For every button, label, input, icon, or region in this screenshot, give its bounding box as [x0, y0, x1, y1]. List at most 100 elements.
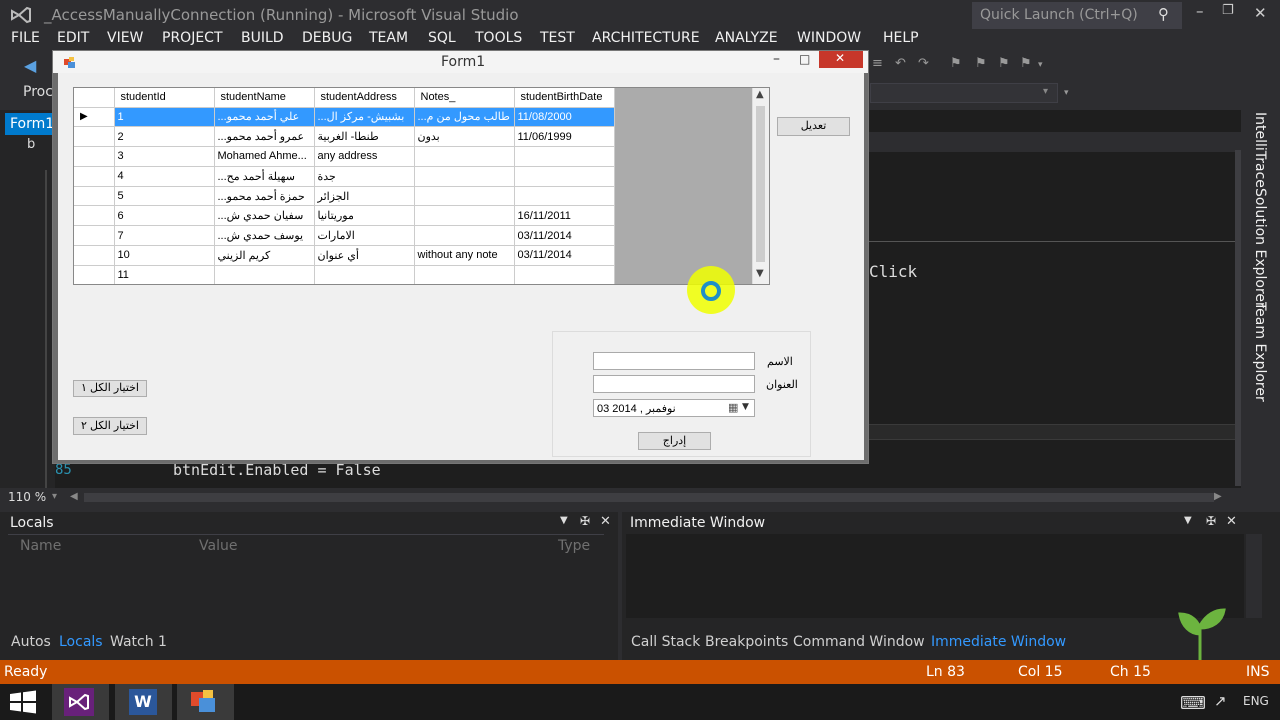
cell-birthdate[interactable] [514, 146, 615, 167]
row-header[interactable] [74, 245, 115, 266]
menu-help[interactable]: HELP [883, 30, 919, 46]
search-icon[interactable]: ⚲ [1158, 5, 1169, 23]
cell-address[interactable] [314, 265, 415, 284]
calendar-icon[interactable]: ▦ [728, 401, 738, 414]
grid-scrollbar[interactable]: ▲ ▼ [752, 88, 769, 284]
col-value[interactable]: Value [199, 538, 237, 554]
cell-name[interactable] [214, 265, 315, 284]
cell-name[interactable]: ...يوسف حمدي ش [214, 225, 315, 247]
pin-icon[interactable]: ✠ [1206, 514, 1216, 528]
cell-name[interactable]: ...سهيلة أحمد مح [214, 166, 315, 187]
overflow-icon[interactable]: ▾ [1038, 60, 1043, 70]
tab-solution-explorer[interactable]: Solution Explorer [1252, 188, 1268, 308]
menu-sql[interactable]: SQL [428, 30, 456, 46]
pane-menu-icon[interactable]: ▼ [1184, 515, 1192, 526]
table-row[interactable]: 5 ...حمزة أحمد محمو الجزائر [74, 186, 615, 207]
tab-intellitrace[interactable]: IntelliTrace [1252, 112, 1268, 188]
menu-view[interactable]: VIEW [107, 30, 143, 46]
prev-bookmark-icon[interactable]: ⚑ [975, 56, 987, 71]
row-header[interactable] [74, 205, 115, 227]
birthdate-picker[interactable]: 03 نوفمبر , 2014 ▦ ▼ [593, 399, 755, 417]
clear-bookmark-icon[interactable]: ⚑ [1020, 56, 1032, 71]
menu-architecture[interactable]: ARCHITECTURE [592, 30, 700, 46]
cell-address[interactable]: جدة [314, 166, 415, 187]
immediate-scrollbar[interactable] [1246, 534, 1262, 618]
locals-grid[interactable]: Name Value Type [8, 534, 604, 634]
tab-team-explorer[interactable]: Team Explorer [1252, 302, 1268, 402]
tab-call-stack[interactable]: Call Stack [631, 634, 700, 650]
row-header[interactable] [74, 166, 115, 187]
menu-debug[interactable]: DEBUG [302, 30, 352, 46]
chevron-down-icon[interactable]: ▼ [742, 402, 749, 412]
cell-id[interactable]: 10 [114, 245, 215, 266]
menu-file[interactable]: FILE [11, 30, 40, 46]
cell-birthdate[interactable]: 11/08/2000 [514, 107, 615, 128]
table-row[interactable]: 7 ...يوسف حمدي ش الامارات 03/11/2014 [74, 225, 615, 247]
menu-analyze[interactable]: ANALYZE [715, 30, 778, 46]
cell-name[interactable]: ...عمرو أحمد محمو [214, 126, 315, 148]
cell-id[interactable]: 7 [114, 225, 215, 247]
menu-project[interactable]: PROJECT [162, 30, 223, 46]
name-field[interactable] [593, 352, 755, 370]
form-maximize-icon[interactable]: □ [799, 52, 810, 66]
cell-notes[interactable] [414, 205, 515, 227]
menu-team[interactable]: TEAM [369, 30, 408, 46]
cell-id[interactable]: 1 [114, 107, 215, 128]
col-notes[interactable]: Notes_ [414, 88, 515, 108]
cell-notes[interactable] [414, 225, 515, 247]
tab-breakpoints[interactable]: Breakpoints [705, 634, 788, 650]
row-header[interactable] [74, 146, 115, 167]
menu-test[interactable]: TEST [540, 30, 575, 46]
pin-icon[interactable]: ✠ [580, 514, 590, 528]
row-header[interactable]: ▶ [74, 107, 115, 128]
select-all-1-button[interactable]: اختيار الكل ١ [73, 380, 147, 397]
cell-birthdate[interactable]: 11/06/1999 [514, 126, 615, 148]
keyboard-icon[interactable]: ⌨ [1180, 693, 1206, 714]
col-studentid[interactable]: studentId [114, 88, 215, 108]
form-close-button[interactable]: ✕ [819, 51, 863, 68]
cell-name[interactable]: كريم الزيني [214, 245, 315, 266]
menu-tools[interactable]: TOOLS [475, 30, 522, 46]
undo-icon[interactable]: ↶ [895, 56, 906, 71]
cell-birthdate[interactable] [514, 166, 615, 187]
menu-edit[interactable]: EDIT [57, 30, 89, 46]
cell-address[interactable]: ...بشبيش- مركز ال [314, 107, 415, 128]
next-bookmark-icon[interactable]: ⚑ [998, 56, 1010, 71]
pane-menu-icon[interactable]: ▼ [560, 515, 568, 526]
cell-id[interactable]: 4 [114, 166, 215, 187]
cell-notes[interactable] [414, 265, 515, 284]
cell-birthdate[interactable] [514, 265, 615, 284]
menu-build[interactable]: BUILD [241, 30, 284, 46]
cell-notes[interactable] [414, 166, 515, 187]
row-header[interactable] [74, 225, 115, 247]
quick-launch-box[interactable]: Quick Launch (Ctrl+Q) ⚲ [972, 2, 1182, 29]
students-datagrid[interactable]: studentId studentName studentAddress Not… [73, 87, 770, 285]
zoom-level[interactable]: 110 % [8, 490, 46, 504]
back-icon[interactable]: ◀ [24, 56, 36, 75]
tab-watch1[interactable]: Watch 1 [110, 634, 167, 650]
cell-name[interactable]: ...علي أحمد محمو [214, 107, 315, 128]
close-pane-icon[interactable]: ✕ [1226, 514, 1237, 529]
row-header[interactable] [74, 126, 115, 148]
tree-item[interactable]: b [27, 137, 35, 152]
cell-notes[interactable]: without any note [414, 245, 515, 266]
toolbar-options-icon[interactable]: ▾ [1064, 88, 1069, 98]
tab-form1[interactable]: Form1 [5, 113, 54, 135]
insert-button[interactable]: إدراج [638, 432, 711, 450]
cell-notes[interactable] [414, 186, 515, 207]
table-row[interactable]: 4 ...سهيلة أحمد مح جدة [74, 166, 615, 187]
taskbar-visual-studio-icon[interactable] [52, 684, 109, 720]
row-header[interactable] [74, 265, 115, 284]
cell-id[interactable]: 5 [114, 186, 215, 207]
col-birthdate[interactable]: studentBirthDate [514, 88, 615, 108]
network-icon[interactable]: ↗ [1214, 692, 1227, 710]
form-minimize-icon[interactable]: – [773, 51, 780, 67]
taskbar-word-icon[interactable]: W [115, 684, 172, 720]
zoom-dropdown-icon[interactable]: ▾ [52, 491, 57, 502]
tab-command-window[interactable]: Command Window [793, 634, 925, 650]
table-row[interactable]: 2 ...عمرو أحمد محمو طنطا- الغربية بدون 1… [74, 126, 615, 148]
cell-address[interactable]: الامارات [314, 225, 415, 247]
cell-birthdate[interactable]: 16/11/2011 [514, 205, 615, 227]
immediate-input[interactable] [626, 534, 1244, 618]
language-indicator[interactable]: ENG [1243, 694, 1269, 708]
